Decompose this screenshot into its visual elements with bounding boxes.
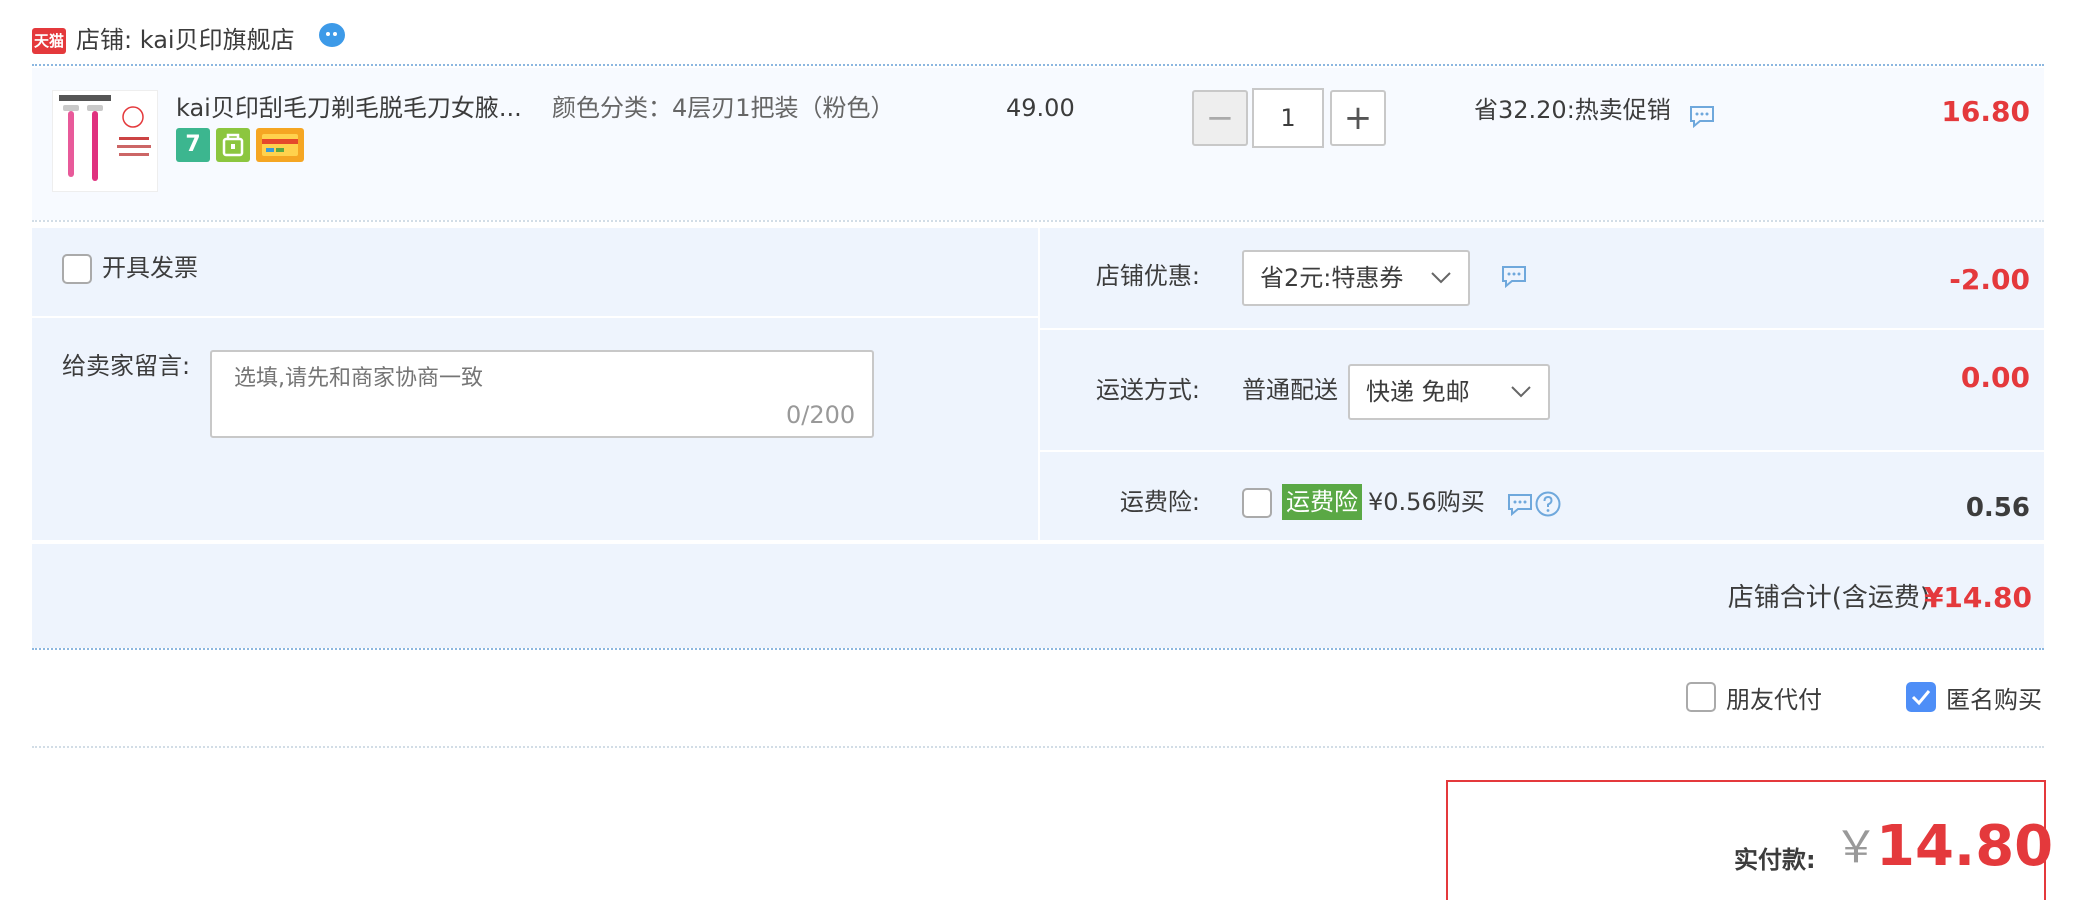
store-total-label: 店铺合计(含运费)	[1727, 583, 1930, 613]
right-divider-2	[1040, 450, 2044, 452]
total-divider	[32, 648, 2044, 650]
checkmark-icon	[1911, 690, 1931, 706]
quantity-increase-button[interactable]: +	[1330, 90, 1386, 146]
store-name[interactable]: 店铺: kai贝印旗舰店	[76, 22, 295, 58]
item-subtotal: 16.80	[1941, 95, 2030, 128]
product-thumbnail[interactable]	[52, 90, 158, 192]
razor-image-icon	[59, 95, 151, 181]
store-total-value: ¥14.80	[1923, 581, 2032, 614]
left-panel-divider	[32, 316, 1038, 318]
shipping-amount: 0.00	[1960, 361, 2030, 394]
shipping-insurance-label: 运费险:	[1119, 488, 1200, 516]
store-coupon-value: 省2元:特惠券	[1260, 264, 1404, 292]
shipping-select-value: 快递 免邮	[1366, 378, 1470, 406]
chevron-down-icon	[1431, 272, 1451, 284]
seller-message-label: 给卖家留言:	[62, 352, 191, 380]
discount-amount: -2.00	[1949, 263, 2030, 296]
sku-info: 颜色分类：4层刃1把装（粉色）	[552, 94, 895, 122]
bag-service-icon	[216, 128, 250, 162]
options-divider	[32, 746, 2044, 748]
anonymous-purchase-label: 匿名购买	[1946, 686, 2042, 714]
invoice-checkbox[interactable]	[62, 254, 92, 284]
insurance-checkbox[interactable]	[1242, 488, 1272, 518]
coupon-comment-icon[interactable]	[1500, 264, 1528, 288]
7day-return-icon: 7	[176, 128, 210, 162]
shipping-select[interactable]: 快递 免邮	[1348, 364, 1550, 420]
insurance-badge: 运费险	[1282, 484, 1362, 520]
tmall-logo: 天猫	[32, 28, 66, 54]
store-divider	[32, 64, 2044, 66]
seller-message-input[interactable]	[210, 350, 874, 438]
help-icon[interactable]	[1534, 490, 1562, 518]
quantity-decrease-button[interactable]: −	[1192, 90, 1248, 146]
unit-price: 49.00	[1006, 94, 1075, 122]
friend-pay-label: 朋友代付	[1726, 686, 1822, 714]
message-char-counter: 0/200	[786, 401, 856, 429]
final-payment-label: 实付款:	[1734, 846, 1816, 874]
promotion-text: 省32.20:热卖促销	[1474, 96, 1671, 124]
chevron-down-icon	[1511, 386, 1531, 398]
wangwang-chat-icon[interactable]	[316, 20, 348, 50]
anonymous-purchase-checkbox[interactable]	[1906, 682, 1936, 712]
shipping-type: 普通配送	[1242, 376, 1338, 404]
insurance-amount: 0.56	[1965, 493, 2030, 523]
product-title[interactable]: kai贝印刮毛刀剃毛脱毛刀女腋...	[176, 90, 522, 126]
final-currency-symbol: ￥	[1834, 822, 1878, 873]
right-divider-1	[1040, 328, 2044, 330]
item-divider	[32, 220, 2044, 222]
final-payment-amount: 14.80	[1876, 814, 2054, 879]
insurance-comment-icon[interactable]	[1506, 492, 1534, 516]
invoice-label: 开具发票	[102, 254, 198, 282]
friend-pay-checkbox[interactable]	[1686, 682, 1716, 712]
credit-card-icon	[256, 128, 304, 162]
store-coupon-select[interactable]: 省2元:特惠券	[1242, 250, 1470, 306]
insurance-price: ¥0.56购买	[1368, 488, 1485, 516]
shipping-method-label: 运送方式:	[1095, 376, 1200, 404]
quantity-input[interactable]: 1	[1252, 88, 1324, 148]
store-discount-label: 店铺优惠:	[1095, 262, 1200, 290]
promo-comment-icon[interactable]	[1688, 104, 1716, 128]
